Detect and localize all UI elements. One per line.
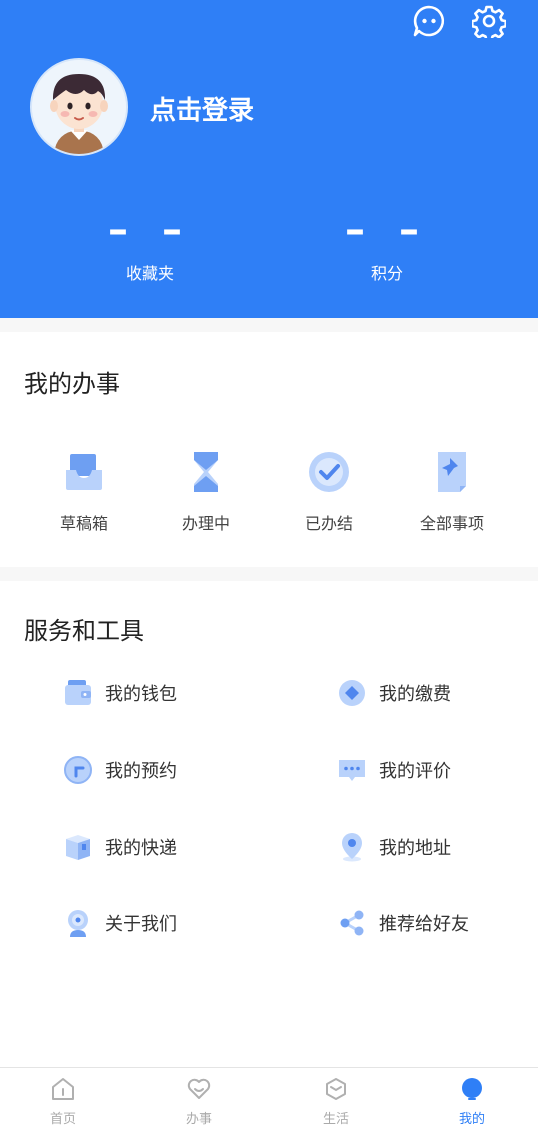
profile-icon <box>459 1076 485 1102</box>
draft-box-label: 草稿箱 <box>59 514 108 533</box>
draft-box-button[interactable]: 草稿箱 <box>24 450 144 534</box>
login-link[interactable]: 点击登录 <box>150 90 254 127</box>
in-progress-button[interactable]: 办理中 <box>146 450 266 534</box>
payment-label: 我的缴费 <box>379 684 451 705</box>
tab-home-label: 首页 <box>49 1112 76 1127</box>
wallet-button[interactable]: 我的钱包 <box>62 673 177 713</box>
all-items-icon <box>430 450 474 494</box>
address-label: 我的地址 <box>379 838 451 859</box>
recommend-label: 推荐给好友 <box>379 914 469 935</box>
about-us-label: 关于我们 <box>105 914 177 935</box>
draft-box-icon <box>62 450 106 494</box>
my-affairs-title: 我的办事 <box>24 370 120 398</box>
package-icon <box>62 831 94 863</box>
appointment-icon <box>62 754 94 786</box>
favorites-label: 收藏夹 <box>125 264 174 283</box>
about-us-button[interactable]: 关于我们 <box>62 903 177 943</box>
in-progress-label: 办理中 <box>181 514 230 533</box>
package-button[interactable]: 我的快递 <box>62 827 177 867</box>
home-icon <box>50 1076 76 1102</box>
comment-label: 我的评价 <box>379 761 451 782</box>
heart-icon <box>186 1076 212 1102</box>
points-count: – – <box>345 207 429 253</box>
comment-icon <box>336 754 368 786</box>
wallet-icon <box>62 677 94 709</box>
comment-button[interactable]: 我的评价 <box>336 750 451 790</box>
points-stat[interactable]: – – 积分 <box>317 210 457 284</box>
payment-icon <box>336 677 368 709</box>
favorites-stat[interactable]: – – 收藏夹 <box>80 210 220 284</box>
address-button[interactable]: 我的地址 <box>336 827 451 867</box>
share-icon <box>336 907 368 939</box>
settings-icon[interactable] <box>470 4 507 42</box>
hourglass-icon <box>184 450 228 494</box>
location-icon <box>336 831 368 863</box>
appointment-button[interactable]: 我的预约 <box>62 750 177 790</box>
all-items-button[interactable]: 全部事项 <box>392 450 512 534</box>
tab-mine-label: 我的 <box>458 1112 485 1127</box>
completed-button[interactable]: 已办结 <box>269 450 389 534</box>
profile-header: 点击登录 – – 收藏夹 – – 积分 <box>0 0 538 318</box>
favorites-count: – – <box>108 207 192 253</box>
avatar[interactable] <box>30 58 128 156</box>
about-icon <box>62 907 94 939</box>
tab-affairs-label: 办事 <box>185 1112 212 1127</box>
recommend-button[interactable]: 推荐给好友 <box>336 903 469 943</box>
cube-icon <box>323 1076 349 1102</box>
tab-home[interactable]: 首页 <box>13 1076 113 1127</box>
points-label: 积分 <box>370 264 403 283</box>
tab-life-label: 生活 <box>322 1112 349 1127</box>
wallet-label: 我的钱包 <box>105 684 177 705</box>
check-circle-icon <box>307 450 351 494</box>
appointment-label: 我的预约 <box>105 761 177 782</box>
tab-mine[interactable]: 我的 <box>422 1076 522 1127</box>
chat-bubble-icon[interactable] <box>412 4 446 38</box>
package-label: 我的快递 <box>105 838 177 859</box>
payment-button[interactable]: 我的缴费 <box>336 673 451 713</box>
all-items-label: 全部事项 <box>419 514 484 533</box>
bottom-tab-bar: 首页 办事 生活 我的 <box>0 1067 538 1131</box>
completed-label: 已办结 <box>304 514 353 533</box>
tab-life[interactable]: 生活 <box>286 1076 386 1127</box>
tab-affairs[interactable]: 办事 <box>149 1076 249 1127</box>
services-card: 服务和工具 <box>0 581 538 1067</box>
services-title: 服务和工具 <box>24 617 144 645</box>
